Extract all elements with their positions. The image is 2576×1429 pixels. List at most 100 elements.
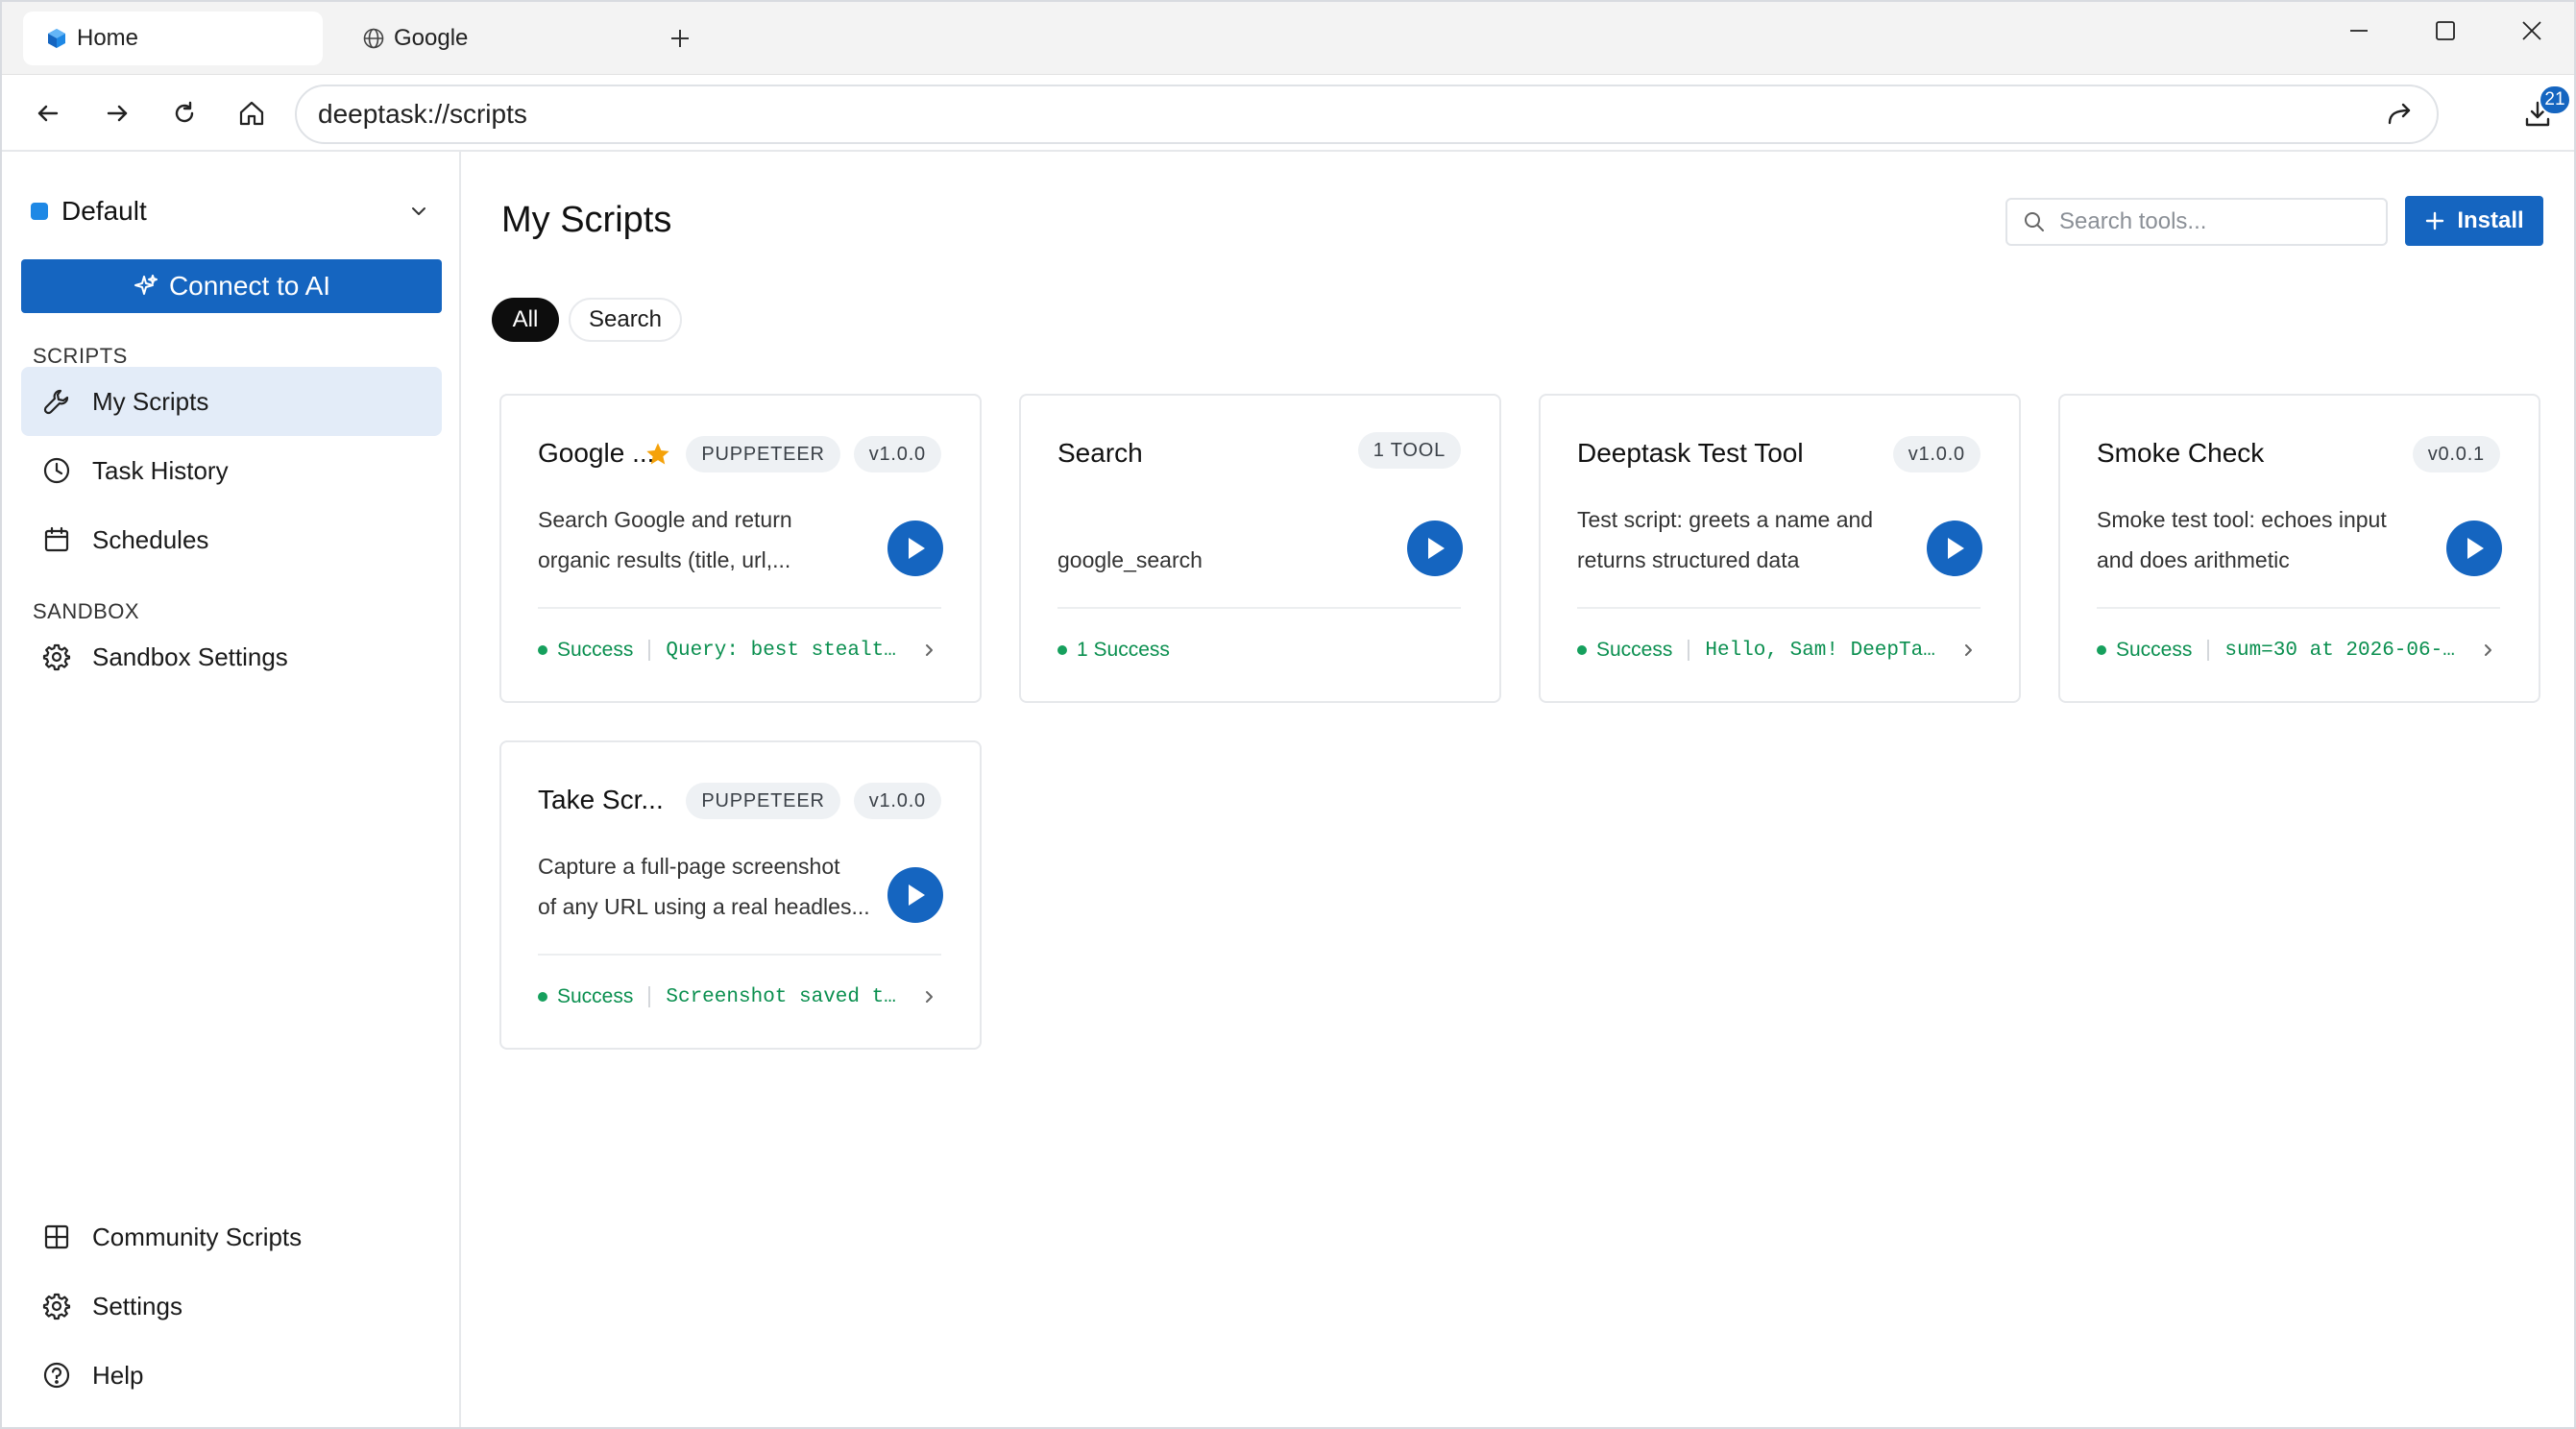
downloads-button[interactable]: 21 [2514,85,2571,138]
calendar-icon [40,523,73,556]
run-button[interactable] [1407,521,1463,576]
version-badge: v1.0.0 [1892,436,1981,472]
forward-button[interactable] [94,90,140,136]
title-bar: Home Google [2,2,2574,75]
sandbox-section-label: SANDBOX [33,599,140,623]
tab-google[interactable]: Google [340,12,628,65]
sidebar-item-help[interactable]: Help [21,1341,442,1410]
card-title: Search [1057,438,1143,468]
script-card-smoke-check[interactable]: Smoke Check v0.0.1 Smoke test tool: echo… [2058,394,2540,703]
sidebar-item-community-scripts[interactable]: Community Scripts [21,1202,442,1272]
card-badges: PUPPETEER v1.0.0 [686,783,941,819]
page-title: My Scripts [501,200,672,240]
star-icon[interactable] [644,440,672,469]
install-button[interactable]: Install [2405,196,2543,246]
card-divider [2097,607,2500,609]
card-description: Capture a full-page screenshot of any UR… [538,854,870,919]
maximize-button[interactable] [2409,10,2482,52]
filter-chip-search[interactable]: Search [569,298,682,342]
clock-icon [40,454,73,487]
sidebar-item-schedules[interactable]: Schedules [21,505,442,574]
workspace-name: Default [61,196,147,226]
tab-home[interactable]: Home [23,12,323,65]
card-title: Smoke Check [2097,438,2265,468]
sidebar-item-my-scripts[interactable]: My Scripts [21,367,442,436]
cube-icon [44,26,69,51]
last-run-status[interactable]: 1 Success [1057,636,1461,665]
sidebar-item-label: Schedules [92,524,209,554]
last-run-status[interactable]: Success Hello, Sam! DeepTa… [1577,636,1981,665]
script-card-take-screenshot[interactable]: Take Scr... PUPPETEER v1.0.0 Capture a f… [499,740,982,1050]
help-icon [40,1359,73,1392]
back-button[interactable] [25,90,71,136]
gear-icon [40,641,73,673]
last-run-status[interactable]: Success Screenshot saved t… [538,982,941,1011]
search-box[interactable] [2005,198,2388,246]
tool-count-badge: 1 TOOL [1357,432,1461,469]
run-button[interactable] [887,867,943,923]
sidebar-item-label: Settings [92,1291,182,1320]
chevron-right-icon [2475,638,2500,663]
workspace-color-dot [31,203,48,220]
sidebar-item-label: Help [92,1360,144,1390]
share-icon[interactable] [2381,95,2419,133]
navigation-bar: deeptask://scripts 21 [2,75,2574,152]
card-badges: 1 TOOL [1357,432,1461,469]
card-title: Take Scr... [538,785,664,814]
card-divider [1057,607,1461,609]
globe-icon [361,26,386,51]
status-text: Success [557,985,634,1007]
scripts-section-label: SCRIPTS [33,344,128,368]
run-button[interactable] [887,521,943,576]
run-button[interactable] [2446,521,2502,576]
home-button[interactable] [229,90,275,136]
last-output: sum=30 at 2026-06-… [2224,639,2455,662]
close-window-button[interactable] [2495,10,2568,52]
connect-to-ai-button[interactable]: Connect to AI [21,259,442,313]
status-separator [648,986,651,1007]
play-icon [1948,538,1964,559]
new-tab-button[interactable] [661,19,699,58]
gear-icon [40,1290,73,1322]
chevron-down-icon [403,196,434,227]
script-card-deeptask-test-tool[interactable]: Deeptask Test Tool v1.0.0 Test script: g… [1539,394,2021,703]
last-run-status[interactable]: Success Query: best stealt… [538,636,941,665]
sidebar-item-task-history[interactable]: Task History [21,436,442,505]
play-icon [909,884,925,906]
status-text: 1 Success [1077,639,1170,661]
reload-button[interactable] [161,90,207,136]
sidebar-item-settings[interactable]: Settings [21,1272,442,1341]
card-description: Smoke test tool: echoes input and does a… [2097,507,2387,572]
app-window: Home Google deeptask://scripts 21 Defaul… [0,0,2576,1429]
address-bar[interactable]: deeptask://scripts [295,85,2439,144]
card-divider [538,954,941,956]
script-card-search[interactable]: Search 1 TOOL google_search 1 Success [1019,394,1501,703]
workspace-selector[interactable]: Default [31,190,434,232]
play-icon [1428,538,1445,559]
script-card-google[interactable]: Google ... PUPPETEER v1.0.0 Search Googl… [499,394,982,703]
search-input[interactable] [2059,208,2367,235]
last-output: Screenshot saved t… [666,985,896,1008]
plus-icon [2424,210,2445,231]
tab-label: Home [77,25,139,51]
sidebar: Default Connect to AI SCRIPTS My Scripts… [2,152,461,1427]
filter-chip-all[interactable]: All [492,298,559,342]
sidebar-item-label: Task History [92,455,229,485]
last-run-status[interactable]: Success sum=30 at 2026-06-… [2097,636,2500,665]
run-button[interactable] [1927,521,1982,576]
status-separator [1688,640,1690,661]
chevron-right-icon [916,638,941,663]
success-dot [1577,645,1587,655]
url-text: deeptask://scripts [318,99,527,129]
card-description: Search Google and return organic results… [538,507,792,572]
sidebar-item-sandbox-settings[interactable]: Sandbox Settings [21,622,442,691]
minimize-button[interactable] [2322,10,2395,52]
success-dot [538,645,547,655]
play-icon [2467,538,2484,559]
chevron-right-icon [916,984,941,1009]
success-dot [538,992,547,1002]
version-badge: v1.0.0 [853,783,941,819]
wrench-icon [40,385,73,418]
chevron-right-icon [1956,638,1981,663]
card-divider [1577,607,1981,609]
